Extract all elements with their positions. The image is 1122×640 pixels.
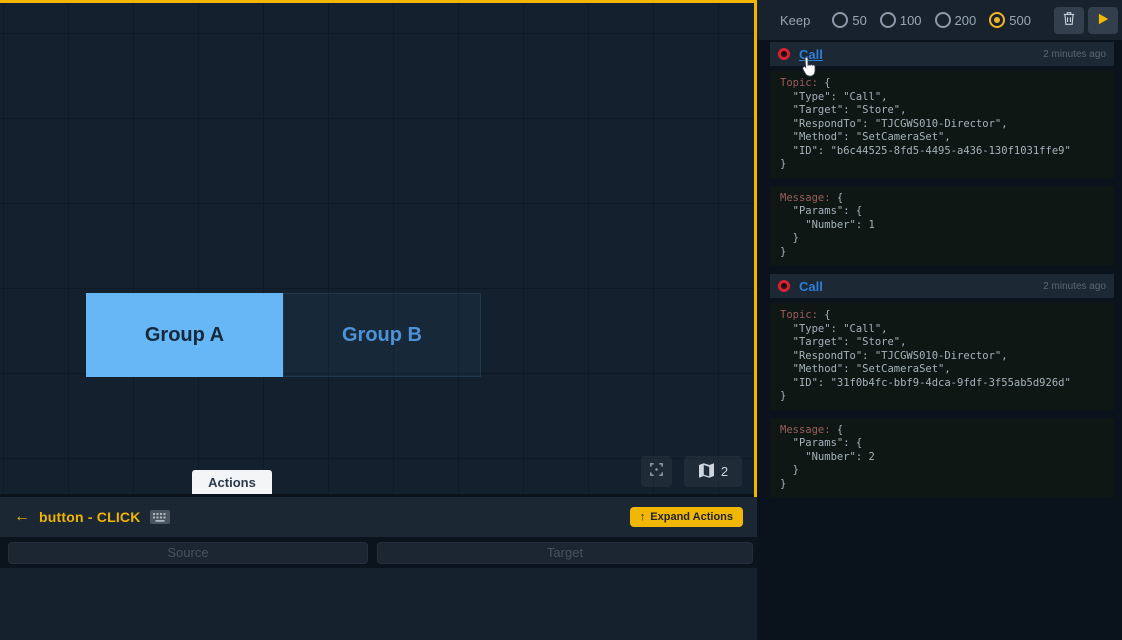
app-window: Group A Group B 2 Actions <box>0 0 1122 640</box>
topic-json-block: Topic: { "Type": "Call", "Target": "Stor… <box>770 71 1114 178</box>
radio-50-icon <box>832 12 848 28</box>
log-entry: Call 2 minutes ago Topic: { "Type": "Cal… <box>770 274 1114 505</box>
radio-200-icon <box>935 12 951 28</box>
call-status-icon <box>778 280 790 292</box>
target-input[interactable] <box>377 542 753 564</box>
fit-view-button[interactable] <box>641 456 672 487</box>
actions-tab-label: Actions <box>208 475 256 490</box>
message-json-block: Message: { "Params": { "Number": 2 } } <box>770 418 1114 498</box>
keep-toolbar: Keep 50 100 200 500 <box>757 0 1122 40</box>
back-arrow-icon[interactable]: ← <box>14 508 30 526</box>
keep-option-500[interactable]: 500 <box>989 12 1031 28</box>
expand-actions-button[interactable]: ↑ Expand Actions <box>630 507 743 527</box>
log-entry-timestamp: 2 minutes ago <box>1043 49 1106 60</box>
call-status-icon <box>778 48 790 60</box>
radio-100-icon <box>880 12 896 28</box>
group-b-label: Group B <box>342 324 422 347</box>
action-editor-titlebar: ← button - CLICK ↑ Expand Actions <box>0 497 757 537</box>
keep-label: Keep <box>780 13 810 28</box>
selection-border-bottom <box>0 0 757 3</box>
action-editor-body <box>0 568 757 640</box>
topic-json-block: Topic: { "Type": "Call", "Target": "Stor… <box>770 303 1114 410</box>
play-icon <box>1096 12 1110 29</box>
flow-canvas[interactable]: Group A Group B 2 <box>0 0 754 494</box>
source-input[interactable] <box>8 542 368 564</box>
actions-tab[interactable]: Actions <box>192 470 272 494</box>
expand-arrow-icon: ↑ <box>640 511 646 523</box>
play-button[interactable] <box>1088 7 1118 34</box>
source-target-row <box>0 537 757 568</box>
minimap-button[interactable]: 2 <box>684 456 742 487</box>
message-log-panel: Keep 50 100 200 500 <box>757 0 1122 640</box>
expand-actions-label: Expand Actions <box>650 511 733 523</box>
radio-500-icon <box>989 12 1005 28</box>
fit-view-icon <box>648 461 665 483</box>
log-entry-header: Call 2 minutes ago <box>770 42 1114 66</box>
call-link[interactable]: Call <box>799 47 823 62</box>
selection-border-right <box>754 0 757 497</box>
action-editor-panel: ← button - CLICK ↑ Expand Actions <box>0 497 757 640</box>
log-entry-timestamp: 2 minutes ago <box>1043 281 1106 292</box>
log-entry-header: Call 2 minutes ago <box>770 274 1114 298</box>
log-entry: Call 2 minutes ago Topic: { "Type": "Cal… <box>770 42 1114 273</box>
call-link[interactable]: Call <box>799 279 823 294</box>
keyboard-icon <box>150 510 170 524</box>
group-b-node[interactable]: Group B <box>283 293 481 377</box>
minimap-count: 2 <box>721 464 728 479</box>
action-editor-title: button - CLICK <box>39 509 141 525</box>
group-a-label: Group A <box>145 324 224 347</box>
map-icon <box>698 463 715 481</box>
keep-option-100[interactable]: 100 <box>880 12 922 28</box>
keep-option-200[interactable]: 200 <box>935 12 977 28</box>
message-json-block: Message: { "Params": { "Number": 1 } } <box>770 186 1114 266</box>
keep-option-50[interactable]: 50 <box>832 12 866 28</box>
trash-icon <box>1062 11 1076 29</box>
group-a-node[interactable]: Group A <box>86 293 283 377</box>
clear-log-button[interactable] <box>1054 7 1084 34</box>
